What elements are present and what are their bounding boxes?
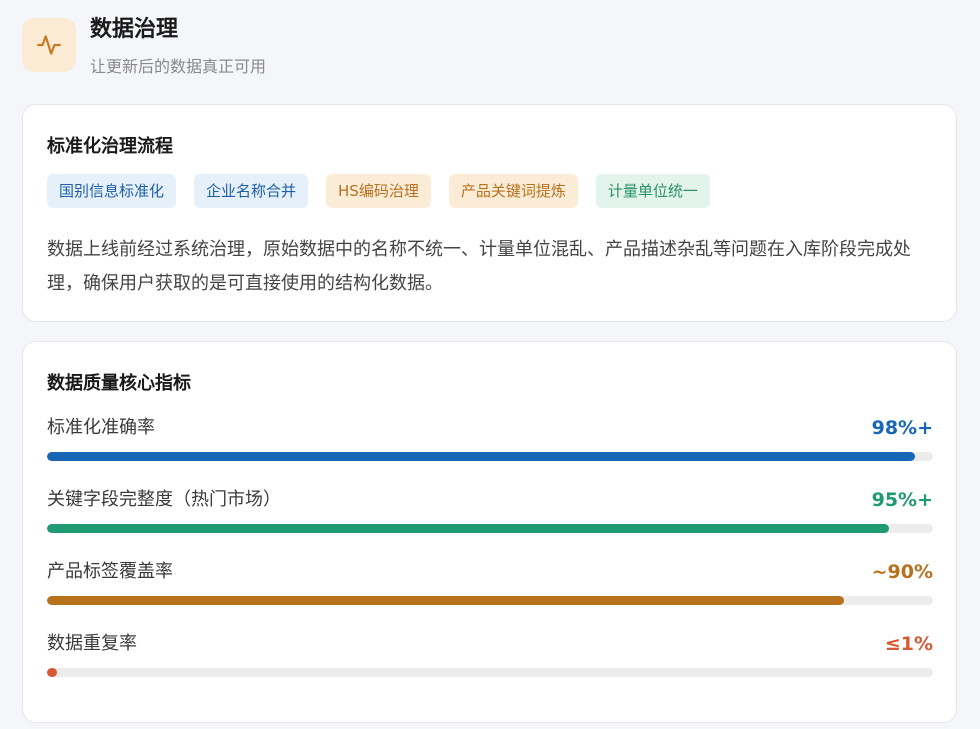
page-header: 数据治理 让更新后的数据真正可用 [22,16,922,76]
progress-fill [47,596,845,605]
process-tag-list: 国别信息标准化 企业名称合并 HS编码治理 产品关键词提炼 计量单位统一 [47,174,710,208]
process-card-title: 标准化治理流程 [47,136,173,157]
page-subtitle: 让更新后的数据真正可用 [90,57,267,76]
activity-pulse-icon [22,18,76,72]
metric-label: 数据重复率 [47,633,137,654]
progress-track [47,668,933,677]
progress-track [47,452,933,461]
progress-fill [47,452,916,461]
progress-fill [47,668,57,677]
metric-value: 98%+ [871,417,933,439]
metric-row: 产品标签覆盖率 ~90% [47,559,933,609]
metric-label: 标准化准确率 [47,417,155,438]
progress-track [47,524,933,533]
metric-value: 95%+ [871,489,933,511]
metric-row: 标准化准确率 98%+ [47,415,933,465]
metric-label: 产品标签覆盖率 [47,561,173,582]
progress-fill [47,524,889,533]
metric-value: ≤1% [884,633,933,655]
tag-unit-unification: 计量单位统一 [595,174,710,208]
metric-row: 关键字段完整度（热门市场） 95%+ [47,487,933,537]
tag-product-keywords: 产品关键词提炼 [448,174,578,208]
process-description: 数据上线前经过系统治理，原始数据中的名称不统一、计量单位混乱、产品描述杂乱等问题… [47,239,911,294]
process-card: 标准化治理流程 国别信息标准化 企业名称合并 HS编码治理 产品关键词提炼 计量… [22,104,957,322]
metric-value: ~90% [871,561,933,583]
progress-track [47,596,933,605]
tag-company-merge: 企业名称合并 [194,174,309,208]
metric-row: 数据重复率 ≤1% [47,631,933,681]
tag-hs-code: HS编码治理 [326,174,431,208]
quality-card-title: 数据质量核心指标 [47,373,191,394]
metric-label: 关键字段完整度（热门市场） [47,489,281,510]
quality-card: 数据质量核心指标 标准化准确率 98%+ 关键字段完整度（热门市场） 95%+ … [22,341,957,723]
tag-country-standardization: 国别信息标准化 [47,174,177,208]
page-title: 数据治理 [90,17,179,42]
